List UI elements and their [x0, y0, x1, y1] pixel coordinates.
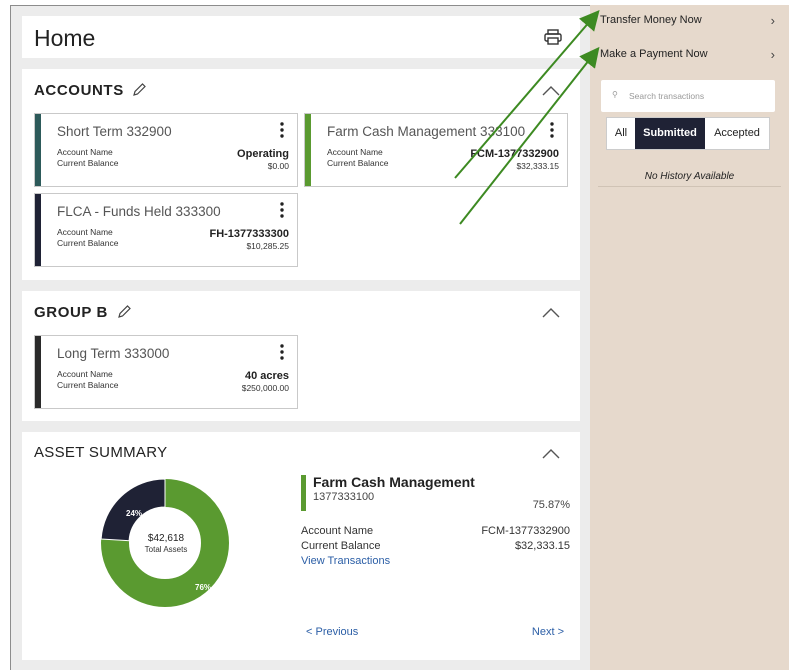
search-input[interactable]: ⚲ Search transactions: [601, 80, 775, 112]
asset-summary-section: ASSET SUMMARY 24% 76% $42,618 Total Asse…: [22, 432, 580, 660]
account-name-label: Account Name: [327, 147, 383, 157]
balance-value: $32,333.15: [516, 161, 559, 171]
transactions-sidebar: Transfer Money Now › Make a Payment Now …: [590, 5, 789, 670]
donut-green-label: 76%: [195, 583, 211, 592]
group-b-title: GROUP B: [34, 304, 108, 321]
account-name-value: 40 acres: [244, 370, 289, 382]
search-icon: ⚲: [612, 90, 618, 99]
status-tabs: All Submitted Accepted: [606, 117, 770, 150]
account-card-short-term[interactable]: Short Term 332900 Account Name Current B…: [34, 113, 298, 187]
balance-value: $250,000.00: [241, 383, 289, 393]
transfer-money-label: Transfer Money Now: [600, 14, 702, 26]
no-history-message: No History Available: [598, 171, 781, 187]
kebab-menu-icon[interactable]: [279, 343, 285, 361]
asset-summary-title: ASSET SUMMARY: [34, 444, 168, 461]
accounts-title: ACCOUNTS: [34, 82, 124, 99]
group-b-section: GROUP B Long Term 333000 Account Name Cu…: [22, 291, 580, 421]
balance-value: $0.00: [267, 161, 289, 171]
account-name-label: Account Name: [57, 227, 113, 237]
collapse-chevron-icon[interactable]: [542, 448, 560, 460]
selected-asset-color-bar: [301, 475, 306, 511]
chevron-right-icon: ›: [770, 47, 775, 62]
balance-label: Current Balance: [57, 238, 119, 248]
account-name-value: FH-1377333300: [209, 228, 289, 240]
account-color-bar: [35, 114, 41, 186]
chevron-right-icon: ›: [770, 13, 775, 28]
page-title: Home: [34, 25, 96, 51]
accounts-section: ACCOUNTS Short Term 332900 Account Name …: [22, 69, 580, 280]
asset-donut-chart: 24% 76% $42,618 Total Assets: [100, 478, 229, 607]
collapse-chevron-icon[interactable]: [542, 85, 560, 97]
account-color-bar: [35, 194, 41, 266]
search-placeholder: Search transactions: [629, 91, 705, 101]
account-name-value: Operating: [237, 148, 289, 160]
account-name-label: Account Name: [57, 147, 113, 157]
donut-center-label: Total Assets: [145, 545, 188, 554]
asset-account-name-label: Account Name: [301, 525, 374, 537]
edit-pencil-icon[interactable]: [131, 82, 147, 98]
balance-label: Current Balance: [57, 158, 119, 168]
tab-accepted[interactable]: Accepted: [705, 118, 769, 149]
account-name-value: FCM-1377332900: [470, 148, 559, 160]
donut-center-value: $42,618: [148, 533, 185, 544]
tab-submitted[interactable]: Submitted: [635, 118, 705, 149]
account-name[interactable]: FLCA - Funds Held 333300: [57, 204, 221, 219]
asset-balance-value: $32,333.15: [514, 540, 570, 552]
selected-asset-percent: 75.87%: [532, 499, 570, 511]
balance-label: Current Balance: [57, 380, 119, 390]
make-payment-link[interactable]: Make a Payment Now ›: [600, 47, 780, 62]
account-card-flca[interactable]: FLCA - Funds Held 333300 Account Name Cu…: [34, 193, 298, 267]
account-name[interactable]: Long Term 333000: [57, 346, 169, 361]
selected-asset-name: Farm Cash Management: [313, 474, 475, 490]
previous-button[interactable]: < Previous: [306, 626, 358, 638]
kebab-menu-icon[interactable]: [549, 121, 555, 139]
account-color-bar: [305, 114, 311, 186]
kebab-menu-icon[interactable]: [279, 121, 285, 139]
account-color-bar: [35, 336, 41, 408]
account-name[interactable]: Farm Cash Management 333100: [327, 124, 525, 139]
transfer-money-link[interactable]: Transfer Money Now ›: [600, 13, 780, 28]
print-icon[interactable]: [544, 29, 562, 45]
asset-account-name-value: FCM-1377332900: [481, 525, 570, 537]
view-transactions-link[interactable]: View Transactions: [301, 555, 390, 567]
asset-balance-label: Current Balance: [301, 540, 381, 552]
selected-asset-number: 1377333100: [313, 491, 375, 503]
balance-label: Current Balance: [327, 158, 389, 168]
home-header: Home: [22, 16, 580, 58]
collapse-chevron-icon[interactable]: [542, 307, 560, 319]
balance-value: $10,285.25: [246, 241, 289, 251]
account-card-long-term[interactable]: Long Term 333000 Account Name Current Ba…: [34, 335, 298, 409]
next-button[interactable]: Next >: [532, 626, 564, 638]
tab-all[interactable]: All: [607, 118, 635, 149]
account-name-label: Account Name: [57, 369, 113, 379]
donut-dark-label: 24%: [126, 509, 142, 518]
account-name[interactable]: Short Term 332900: [57, 124, 172, 139]
kebab-menu-icon[interactable]: [279, 201, 285, 219]
edit-pencil-icon[interactable]: [116, 304, 132, 320]
account-card-farm-cash[interactable]: Farm Cash Management 333100 Account Name…: [304, 113, 568, 187]
make-payment-label: Make a Payment Now: [600, 48, 708, 60]
